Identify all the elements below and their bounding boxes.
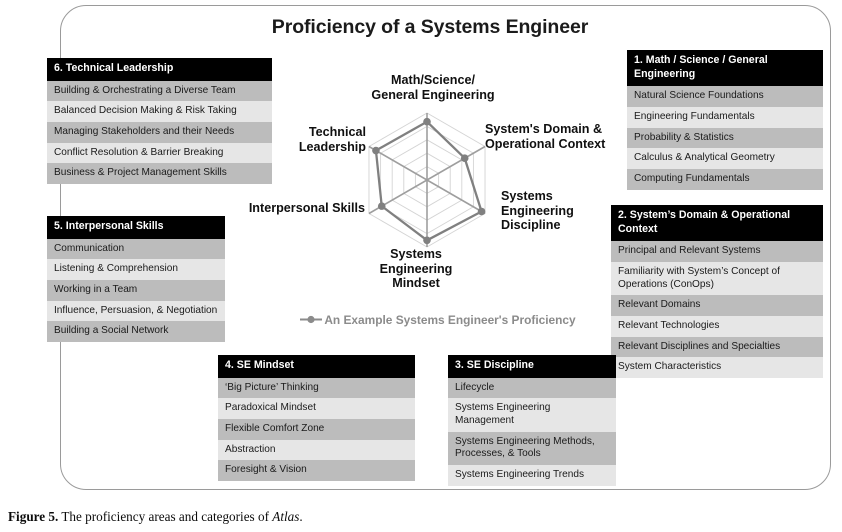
- radar-axis-label-technical-leadership: Technical Leadership: [298, 125, 366, 154]
- panel-item: Relevant Disciplines and Specialties: [611, 336, 823, 358]
- panel-math-science-general-engineering: 1. Math / Science / General Engineering …: [627, 50, 823, 190]
- panel-technical-leadership: 6. Technical Leadership Building & Orche…: [47, 58, 272, 185]
- radar-chart: Math/Science/General Engineering System'…: [240, 70, 612, 345]
- panel-item: Natural Science Foundations: [627, 86, 823, 107]
- radar-axis-label-math-science: Math/Science/General Engineering: [371, 73, 495, 102]
- panel-heading: 1. Math / Science / General Engineering: [627, 50, 823, 87]
- panel-item: Calculus & Analytical Geometry: [627, 148, 823, 169]
- panel-item: Relevant Technologies: [611, 315, 823, 337]
- panel-item: System Characteristics: [611, 357, 823, 379]
- panel-item: Business & Project Management Skills: [47, 163, 272, 185]
- panel-interpersonal-skills: 5. Interpersonal Skills Communication Li…: [47, 216, 225, 343]
- radar-axis-label-system-domain: System's Domain & Operational Context: [485, 122, 606, 151]
- panel-item: Principal and Relevant Systems: [611, 241, 823, 262]
- caption-italic-term: Atlas: [272, 509, 300, 524]
- legend-marker-icon: [300, 314, 323, 328]
- panel-item: Influence, Persuasion, & Negotiation: [47, 300, 225, 322]
- panel-item: Systems Engineering Management: [448, 398, 616, 432]
- panel-item: Lifecycle: [448, 377, 616, 399]
- panel-item: Building a Social Network: [47, 321, 225, 343]
- panel-item: Systems Engineering Trends: [448, 465, 616, 486]
- panel-se-discipline: 3. SE Discipline Lifecycle Systems Engin…: [448, 355, 616, 486]
- radar-axis-label-se-discipline: Systems Engineering Discipline: [501, 189, 574, 233]
- page-title: Proficiency of a Systems Engineer: [271, 16, 589, 38]
- caption-end: .: [299, 509, 303, 524]
- panel-item: Relevant Domains: [611, 295, 823, 316]
- panel-item: Foresight & Vision: [218, 460, 415, 482]
- caption-body: The proficiency areas and categories of: [61, 509, 273, 524]
- panel-heading: 2. System’s Domain & Operational Context: [611, 205, 823, 242]
- panel-item: Listening & Comprehension: [47, 259, 225, 280]
- panel-heading: 5. Interpersonal Skills: [47, 216, 225, 239]
- panel-heading: 3. SE Discipline: [448, 355, 616, 378]
- radar-axis-label-interpersonal-skills: Interpersonal Skills: [248, 201, 365, 215]
- panel-item: Working in a Team: [47, 279, 225, 301]
- panel-item: Communication: [47, 238, 225, 260]
- panel-heading: 6. Technical Leadership: [47, 58, 272, 81]
- caption-label: Figure 5.: [8, 509, 59, 524]
- legend-label: An Example Systems Engineer's Proficienc…: [324, 313, 576, 327]
- panel-item: Systems Engineering Methods, Processes, …: [448, 431, 616, 466]
- panel-item: Engineering Fundamentals: [627, 106, 823, 128]
- radar-axis-label-se-mindset: Systems Engineering Mindset: [379, 247, 453, 291]
- panel-systems-domain-operational-context: 2. System’s Domain & Operational Context…: [611, 205, 823, 379]
- panel-item: ‘Big Picture’ Thinking: [218, 377, 415, 399]
- panel-heading: 4. SE Mindset: [218, 355, 415, 378]
- panel-item: Familiarity with System’s Concept of Ope…: [611, 261, 823, 296]
- panel-item: Balanced Decision Making & Risk Taking: [47, 101, 272, 122]
- radar-axis-spokes: [368, 113, 486, 247]
- panel-se-mindset: 4. SE Mindset ‘Big Picture’ Thinking Par…: [218, 355, 415, 482]
- panel-item: Probability & Statistics: [627, 127, 823, 149]
- panel-item: Computing Fundamentals: [627, 168, 823, 190]
- panel-item: Flexible Comfort Zone: [218, 418, 415, 440]
- radar-legend: An Example Systems Engineer's Proficienc…: [273, 313, 603, 328]
- figure-caption: Figure 5. The proficiency areas and cate…: [8, 509, 768, 525]
- panel-item: Abstraction: [218, 439, 415, 461]
- panel-item: Paradoxical Mindset: [218, 398, 415, 419]
- panel-item: Building & Orchestrating a Diverse Team: [47, 80, 272, 102]
